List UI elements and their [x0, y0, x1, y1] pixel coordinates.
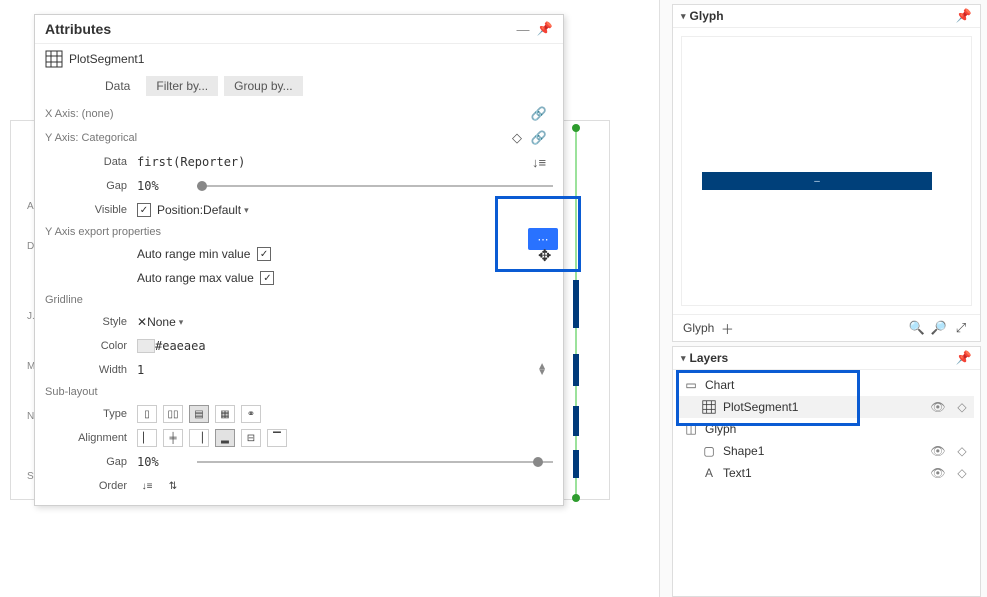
- bar-segment[interactable]: [573, 354, 579, 386]
- align-middle-icon[interactable]: ⊟: [241, 429, 261, 447]
- yaxis-data-label: Data: [45, 156, 137, 168]
- pin-icon[interactable]: 📌: [956, 8, 972, 24]
- style-dropdown[interactable]: None▾: [147, 315, 183, 329]
- object-name: PlotSegment1: [69, 52, 144, 66]
- subgap-slider[interactable]: [197, 461, 553, 463]
- style-label: Style: [45, 316, 137, 328]
- type-stack-icon[interactable]: ▯: [137, 405, 157, 423]
- bind-icon[interactable]: 🔗: [531, 106, 547, 122]
- layers-panel-title: Layers: [690, 351, 729, 365]
- erase-icon[interactable]: ◇: [954, 400, 970, 414]
- auto-max-label: Auto range max value: [137, 271, 254, 285]
- clear-icon[interactable]: ✕: [137, 315, 147, 329]
- tab-group[interactable]: Group by...: [224, 76, 302, 96]
- position-dropdown[interactable]: Default▾: [203, 203, 249, 217]
- subgap-label: Gap: [45, 456, 137, 468]
- layer-shape[interactable]: ▢ Shape1 👁 ◇: [679, 440, 974, 462]
- gap-slider[interactable]: [197, 185, 553, 187]
- glyph-canvas[interactable]: –: [681, 36, 972, 306]
- align-right-icon[interactable]: ▕: [189, 429, 209, 447]
- glyph-bar-mark[interactable]: –: [702, 172, 932, 190]
- glyph-footer-label: Glyph: [683, 321, 714, 335]
- alignment-label: Alignment: [45, 432, 137, 444]
- xaxis-section: X Axis: (none): [45, 108, 113, 120]
- visibility-icon[interactable]: 👁: [930, 400, 946, 414]
- chevron-down-icon[interactable]: ▾: [681, 353, 686, 364]
- minimize-icon[interactable]: —: [515, 21, 531, 37]
- layer-glyph[interactable]: ◫ Glyph: [679, 418, 974, 440]
- sort-icon[interactable]: ↓≡: [531, 154, 547, 170]
- zoom-in-icon[interactable]: 🔍: [908, 319, 926, 337]
- glyph-panel-title: Glyph: [690, 9, 724, 23]
- drag-indicator: ⋯: [528, 228, 558, 250]
- add-glyph-button[interactable]: ＋: [718, 319, 736, 337]
- type-grid-icon[interactable]: ▦: [215, 405, 235, 423]
- order-reverse-icon[interactable]: ⇅: [163, 477, 183, 495]
- gap-label: Gap: [45, 180, 137, 192]
- attributes-title: Attributes: [45, 21, 509, 37]
- align-left-icon[interactable]: ▏: [137, 429, 157, 447]
- chevron-down-icon[interactable]: ▾: [681, 11, 686, 22]
- yaxis-data-value[interactable]: first(Reporter): [137, 155, 531, 169]
- glyph-icon: ◫: [683, 421, 699, 437]
- plotsegment-icon: [45, 50, 63, 68]
- auto-max-checkbox[interactable]: [260, 271, 274, 285]
- color-swatch[interactable]: [137, 339, 155, 353]
- auto-min-checkbox[interactable]: [257, 247, 271, 261]
- chart-icon: ▭: [683, 377, 699, 393]
- yaxis-section: Y Axis: Categorical: [45, 132, 137, 144]
- position-label: Position:: [157, 203, 203, 217]
- align-top-icon[interactable]: ▔: [267, 429, 287, 447]
- type-packing-icon[interactable]: ⚭: [241, 405, 261, 423]
- fit-icon[interactable]: ⤢: [952, 319, 970, 337]
- pin-icon[interactable]: 📌: [537, 21, 553, 37]
- erase-icon[interactable]: ◇: [954, 466, 970, 480]
- export-section: Y Axis export properties: [35, 222, 563, 242]
- glyph-panel: ▾ Glyph 📌 – Glyph ＋ 🔍 🔎 ⤢: [672, 4, 981, 342]
- color-value[interactable]: #eaeaea: [155, 339, 206, 353]
- layers-panel: ▾ Layers 📌 ▭ Chart PlotSegment1 👁 ◇ ◫ Gl…: [672, 346, 981, 597]
- zoom-out-icon[interactable]: 🔎: [930, 319, 948, 337]
- bar-segment[interactable]: [573, 450, 579, 478]
- width-label: Width: [45, 364, 137, 376]
- pin-icon[interactable]: 📌: [956, 350, 972, 366]
- bind-icon[interactable]: 🔗: [531, 130, 547, 146]
- gap-value[interactable]: 10%: [137, 179, 197, 193]
- align-center-icon[interactable]: ╪: [163, 429, 183, 447]
- erase-icon[interactable]: ◇: [509, 130, 525, 146]
- guide-handle[interactable]: [572, 124, 580, 132]
- order-sort-icon[interactable]: ↓≡: [137, 477, 157, 495]
- bar-segment[interactable]: [573, 406, 579, 436]
- gridline-section: Gridline: [35, 290, 563, 310]
- erase-icon[interactable]: ◇: [954, 444, 970, 458]
- layer-plotsegment[interactable]: PlotSegment1 👁 ◇: [679, 396, 974, 418]
- order-label: Order: [45, 480, 137, 492]
- align-bottom-icon[interactable]: ▂: [215, 429, 235, 447]
- tab-data[interactable]: Data: [95, 76, 140, 96]
- tab-filter[interactable]: Filter by...: [146, 76, 218, 96]
- layer-text[interactable]: A Text1 👁 ◇: [679, 462, 974, 484]
- visibility-icon[interactable]: 👁: [930, 466, 946, 480]
- bar-segment[interactable]: [573, 280, 579, 328]
- visibility-icon[interactable]: 👁: [930, 444, 946, 458]
- width-stepper[interactable]: ▲▼: [537, 364, 553, 376]
- layer-chart[interactable]: ▭ Chart: [679, 374, 974, 396]
- guide-handle[interactable]: [572, 494, 580, 502]
- visible-label: Visible: [45, 204, 137, 216]
- text-icon: A: [701, 465, 717, 481]
- type-label: Type: [45, 408, 137, 420]
- sublayout-section: Sub-layout: [35, 382, 563, 402]
- visible-checkbox[interactable]: [137, 203, 151, 217]
- attributes-panel: Attributes — 📌 PlotSegment1 Data Filter …: [34, 14, 564, 506]
- shape-icon: ▢: [701, 443, 717, 459]
- subgap-value[interactable]: 10%: [137, 455, 197, 469]
- type-overlap-icon[interactable]: ▤: [189, 405, 209, 423]
- auto-min-label: Auto range min value: [137, 247, 250, 261]
- width-value[interactable]: 1: [137, 363, 537, 377]
- plotsegment-icon: [701, 399, 717, 415]
- type-dodge-icon[interactable]: ▯▯: [163, 405, 183, 423]
- color-label: Color: [45, 340, 137, 352]
